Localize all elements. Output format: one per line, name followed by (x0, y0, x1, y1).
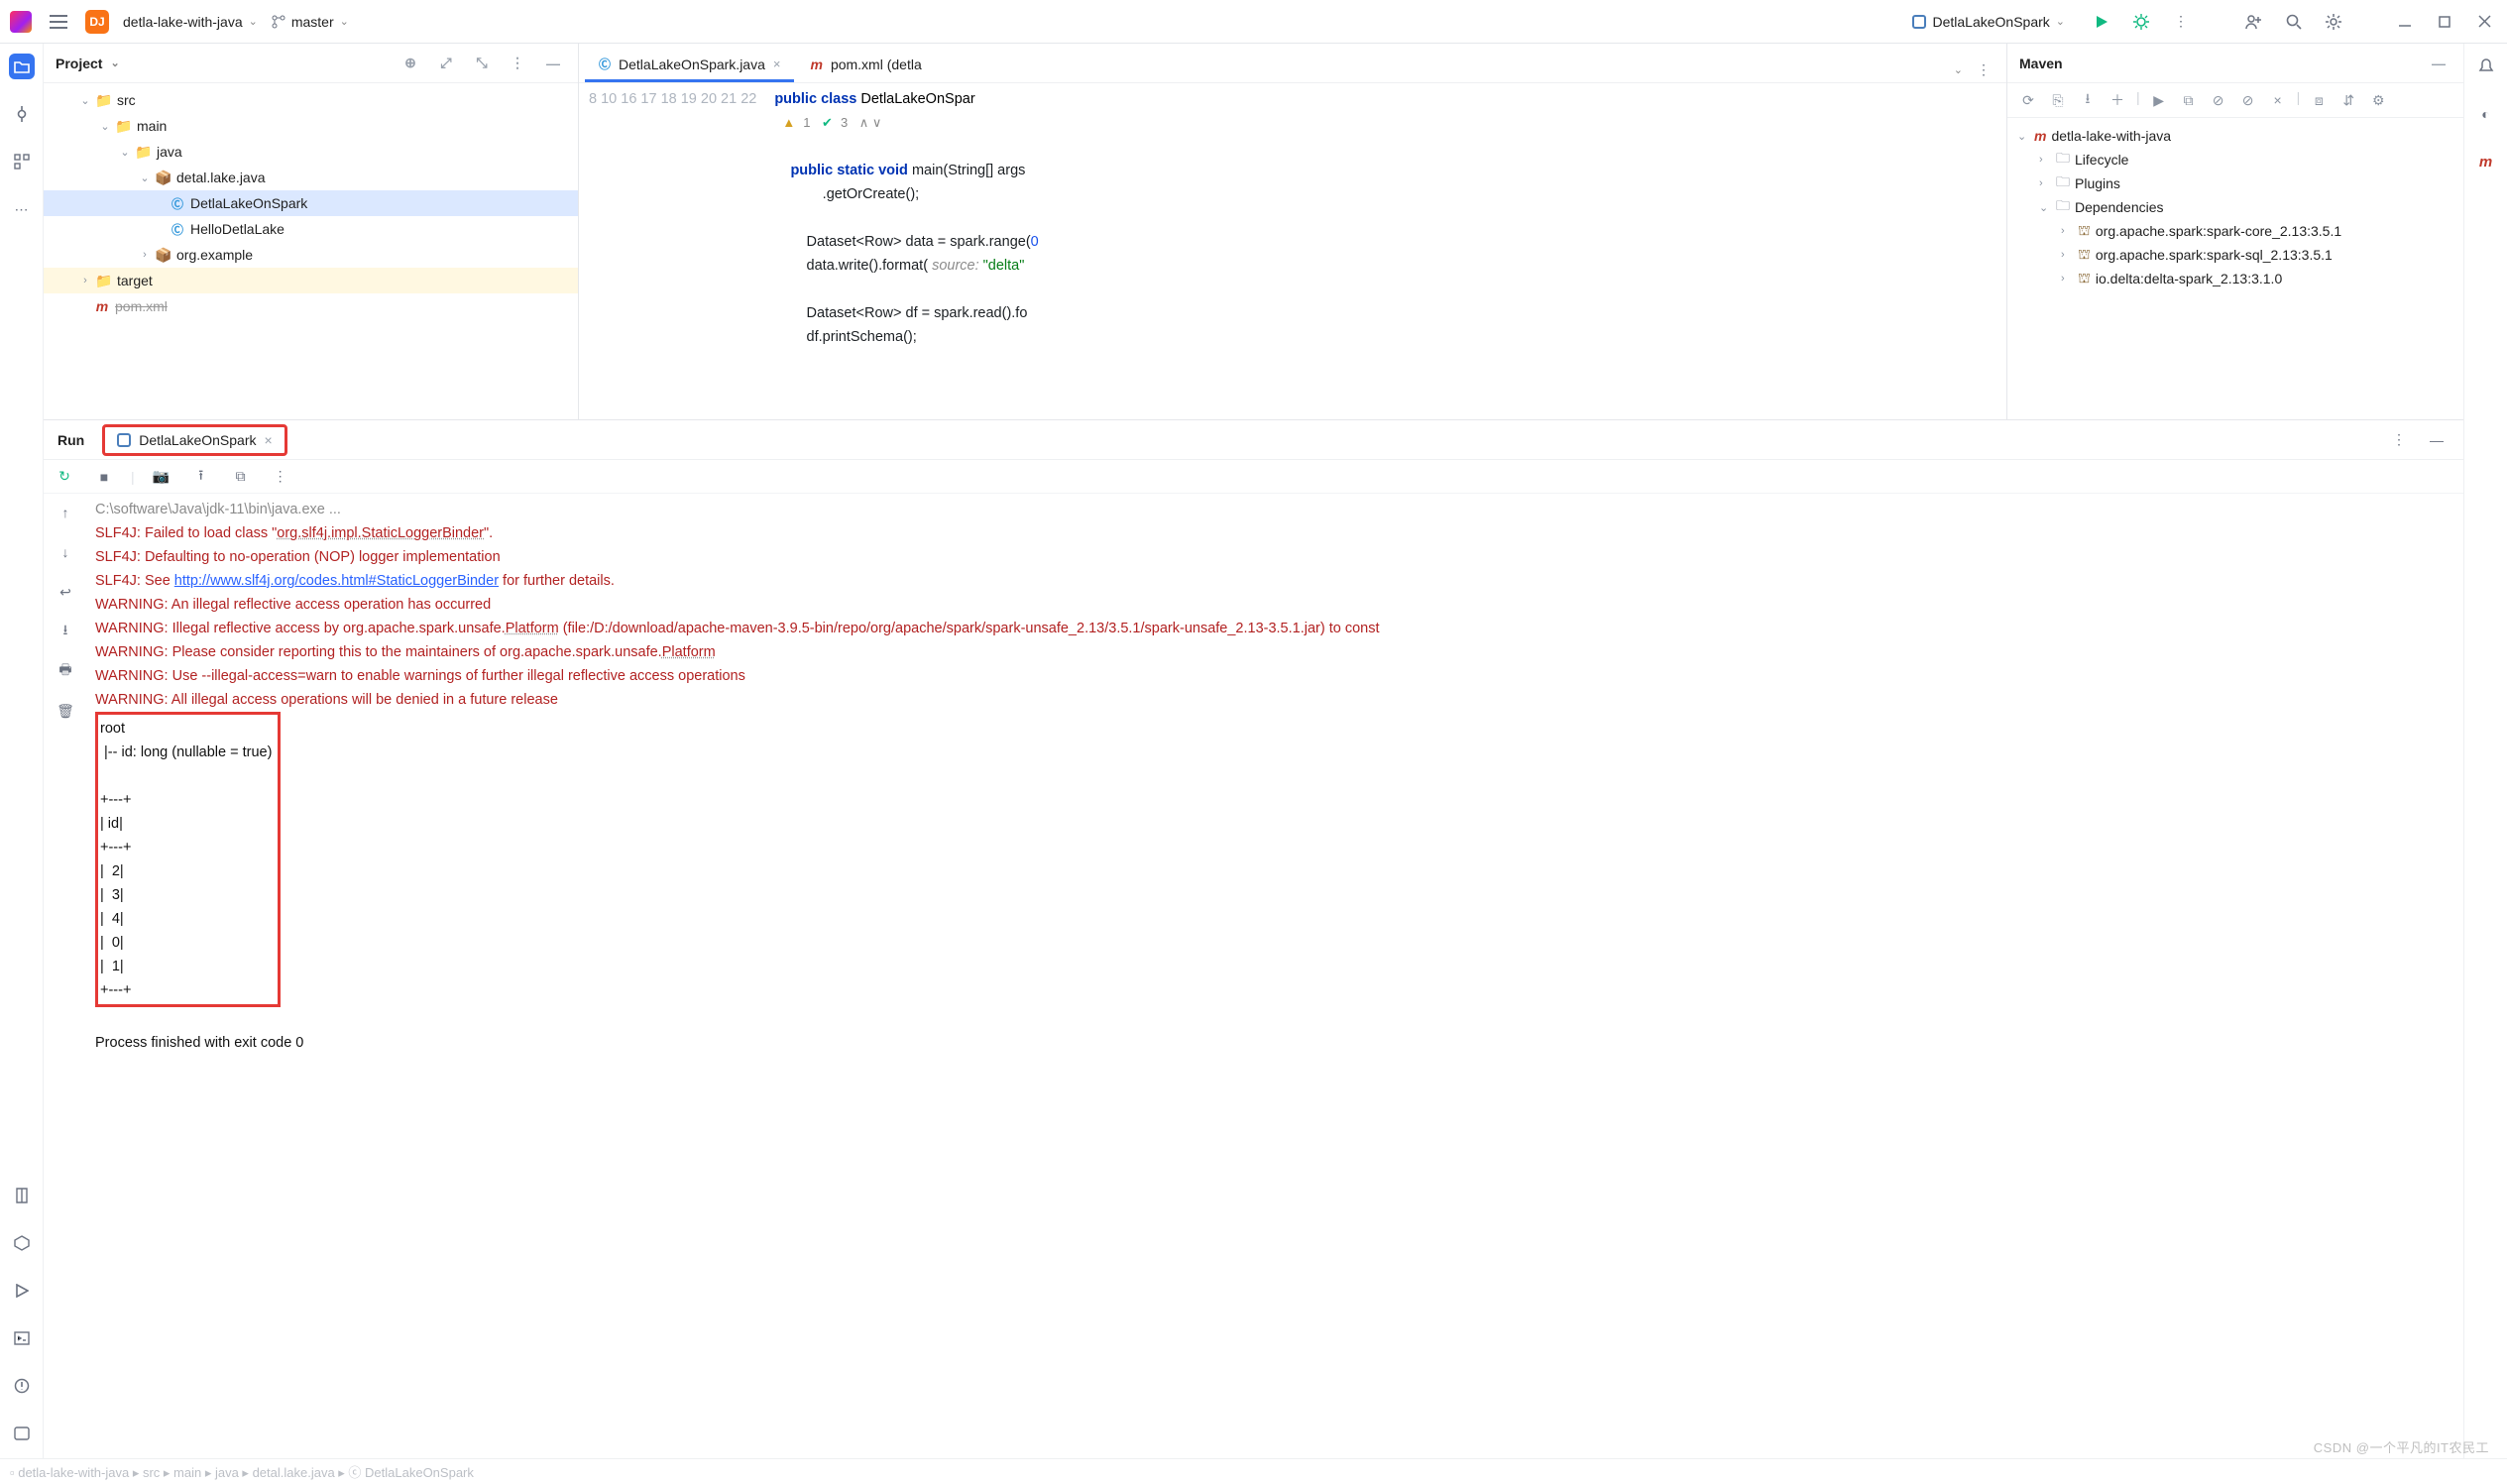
close-icon[interactable]: × (773, 57, 781, 71)
commit-tool-icon[interactable] (9, 101, 35, 127)
down-stack-icon[interactable]: ↓ (53, 539, 78, 565)
search-everywhere-icon[interactable] (2281, 9, 2307, 35)
debug-button-icon[interactable] (2128, 9, 2154, 35)
project-name-crumb[interactable]: detla-lake-with-java⌄ (123, 14, 258, 30)
editor-tabs: ⒸDetlaLakeOnSpark.java× mpom.xml (detla … (579, 44, 2006, 83)
maven-toolbar: ⟳ ⎘ ⭳ ＋ | ▶ ⧉ ⊘ ⊘ × | ⧈ ⇵ ⚙ (2007, 83, 2463, 118)
show-deps-icon[interactable]: ⧈ (2308, 89, 2330, 111)
watermark: CSDN @一个平凡的IT农民工 (2314, 1437, 2489, 1456)
soft-wrap-icon[interactable]: ↩ (53, 579, 78, 605)
run-title: Run (57, 432, 84, 448)
tab-overflow-icon[interactable]: ⌄ (1954, 63, 1963, 76)
todo-tool-icon[interactable] (9, 1183, 35, 1208)
skip-tests-icon[interactable]: ⊘ (2237, 89, 2259, 111)
maven-stripe-icon[interactable]: m (2473, 149, 2499, 174)
project-title: Project (56, 56, 102, 71)
git-branch-crumb[interactable]: master⌄ (272, 14, 349, 30)
code-editor[interactable]: 8 10 16 17 18 19 20 21 22 public class D… (579, 83, 2006, 419)
settings-icon[interactable] (2321, 9, 2346, 35)
run-maven-icon[interactable]: ▶ (2148, 89, 2170, 111)
print-icon[interactable]: 🖶 (53, 658, 78, 684)
ai-assistant-icon[interactable]: ◐ (2473, 101, 2499, 127)
add-icon[interactable]: ＋ (2107, 89, 2128, 111)
maven-tree[interactable]: ⌄mdetla-lake-with-java ›🗀Lifecycle ›🗀Plu… (2007, 118, 2463, 296)
maven-title: Maven (2019, 56, 2063, 71)
rerun-icon[interactable]: ↻ (52, 464, 77, 490)
title-bar: DJ detla-lake-with-java⌄ master⌄ DetlaLa… (0, 0, 2507, 44)
layout-icon[interactable]: ⧉ (228, 464, 254, 490)
terminal-tool-icon[interactable] (9, 1325, 35, 1351)
branch-icon (272, 15, 285, 29)
stop-icon[interactable]: ■ (91, 464, 117, 490)
services-tool-icon[interactable] (9, 1230, 35, 1256)
exec-icon[interactable]: ⧉ (2178, 89, 2200, 111)
clear-icon[interactable]: 🗑 (53, 698, 78, 724)
more-tools-icon[interactable]: ⋯ (9, 196, 35, 222)
download-icon[interactable]: ⭳ (2077, 89, 2099, 111)
status-bar: ▫ detla-lake-with-java ▸ src ▸ main ▸ ja… (0, 1458, 2507, 1484)
more-icon[interactable]: ⋮ (268, 464, 293, 490)
left-tool-stripe: ⋯ (0, 44, 44, 1458)
run-tool-window: Run DetlaLakeOnSpark× ⋮ — ↻ ■ | 📷 ⭱ ⧉ ⋮ ↑… (44, 420, 2463, 1458)
project-pane: Project⌄ ⊕ ⤢ ⤡ ⋮ — ⌄📁src ⌄📁main ⌄📁java ⌄… (44, 44, 579, 419)
collapse-icon[interactable]: ⇵ (2337, 89, 2359, 111)
window-maximize-icon[interactable] (2432, 9, 2457, 35)
run-tab[interactable]: DetlaLakeOnSpark× (102, 424, 286, 456)
main-menu-icon[interactable] (46, 9, 71, 35)
run-tool-icon[interactable] (9, 1278, 35, 1304)
maven-settings-icon[interactable]: ⚙ (2367, 89, 2389, 111)
problems-tool-icon[interactable] (9, 1373, 35, 1399)
right-tool-stripe: ◐ m (2463, 44, 2507, 1458)
project-tool-icon[interactable] (9, 54, 35, 79)
structure-tool-icon[interactable] (9, 149, 35, 174)
hide-run-icon[interactable]: — (2424, 427, 2450, 453)
editor-tab-java[interactable]: ⒸDetlaLakeOnSpark.java× (585, 48, 794, 82)
editor-options-icon[interactable]: ⋮ (1971, 57, 1996, 82)
git-tool-icon[interactable] (9, 1421, 35, 1446)
hide-pane-icon[interactable]: — (540, 51, 566, 76)
locate-file-icon[interactable]: ⊕ (398, 51, 423, 76)
notifications-icon[interactable] (2473, 54, 2499, 79)
collapse-all-icon[interactable]: ⤡ (469, 51, 495, 76)
run-options-icon[interactable]: ⋮ (2386, 427, 2412, 453)
generate-icon[interactable]: ⎘ (2047, 89, 2069, 111)
camera-icon[interactable]: 📷 (149, 464, 174, 490)
window-close-icon[interactable] (2471, 9, 2497, 35)
scroll-end-icon[interactable]: ⭳ (53, 619, 78, 644)
close-run-icon[interactable]: × (2267, 89, 2289, 111)
run-config-selector[interactable]: DetlaLakeOnSpark⌄ (1902, 10, 2075, 34)
tree-node-selected: ⒸDetlaLakeOnSpark (44, 190, 578, 216)
editor-pane: ⒸDetlaLakeOnSpark.java× mpom.xml (detla … (579, 44, 2007, 419)
expand-all-icon[interactable]: ⤢ (433, 51, 459, 76)
run-button-icon[interactable] (2089, 9, 2114, 35)
project-badge: DJ (85, 10, 109, 34)
hide-maven-icon[interactable]: — (2426, 51, 2451, 76)
close-icon[interactable]: × (265, 432, 273, 448)
code-with-me-icon[interactable] (2241, 9, 2267, 35)
breadcrumb-path[interactable]: ▫ detla-lake-with-java ▸ src ▸ main ▸ ja… (10, 1462, 474, 1481)
toggle-offline-icon[interactable]: ⊘ (2208, 89, 2229, 111)
run-side-toolbar: ↑ ↓ ↩ ⭳ 🖶 🗑 (44, 494, 87, 1458)
console-output[interactable]: C:\software\Java\jdk-11\bin\java.exe ...… (87, 494, 2463, 1458)
maven-pane: Maven — ⟳ ⎘ ⭳ ＋ | ▶ ⧉ ⊘ ⊘ × | ⧈ ⇵ (2007, 44, 2463, 419)
up-stack-icon[interactable]: ↑ (53, 500, 78, 525)
more-run-icon[interactable]: ⋮ (2168, 9, 2194, 35)
reload-icon[interactable]: ⟳ (2017, 89, 2039, 111)
pane-options-icon[interactable]: ⋮ (505, 51, 530, 76)
window-minimize-icon[interactable] (2392, 9, 2418, 35)
run-toolbar: ↻ ■ | 📷 ⭱ ⧉ ⋮ (44, 460, 2463, 494)
export-icon[interactable]: ⭱ (188, 464, 214, 490)
editor-tab-pom[interactable]: mpom.xml (detla (796, 49, 935, 82)
project-tree[interactable]: ⌄📁src ⌄📁main ⌄📁java ⌄📦detal.lake.java ⒸD… (44, 83, 578, 323)
intellij-logo-icon (10, 11, 32, 33)
